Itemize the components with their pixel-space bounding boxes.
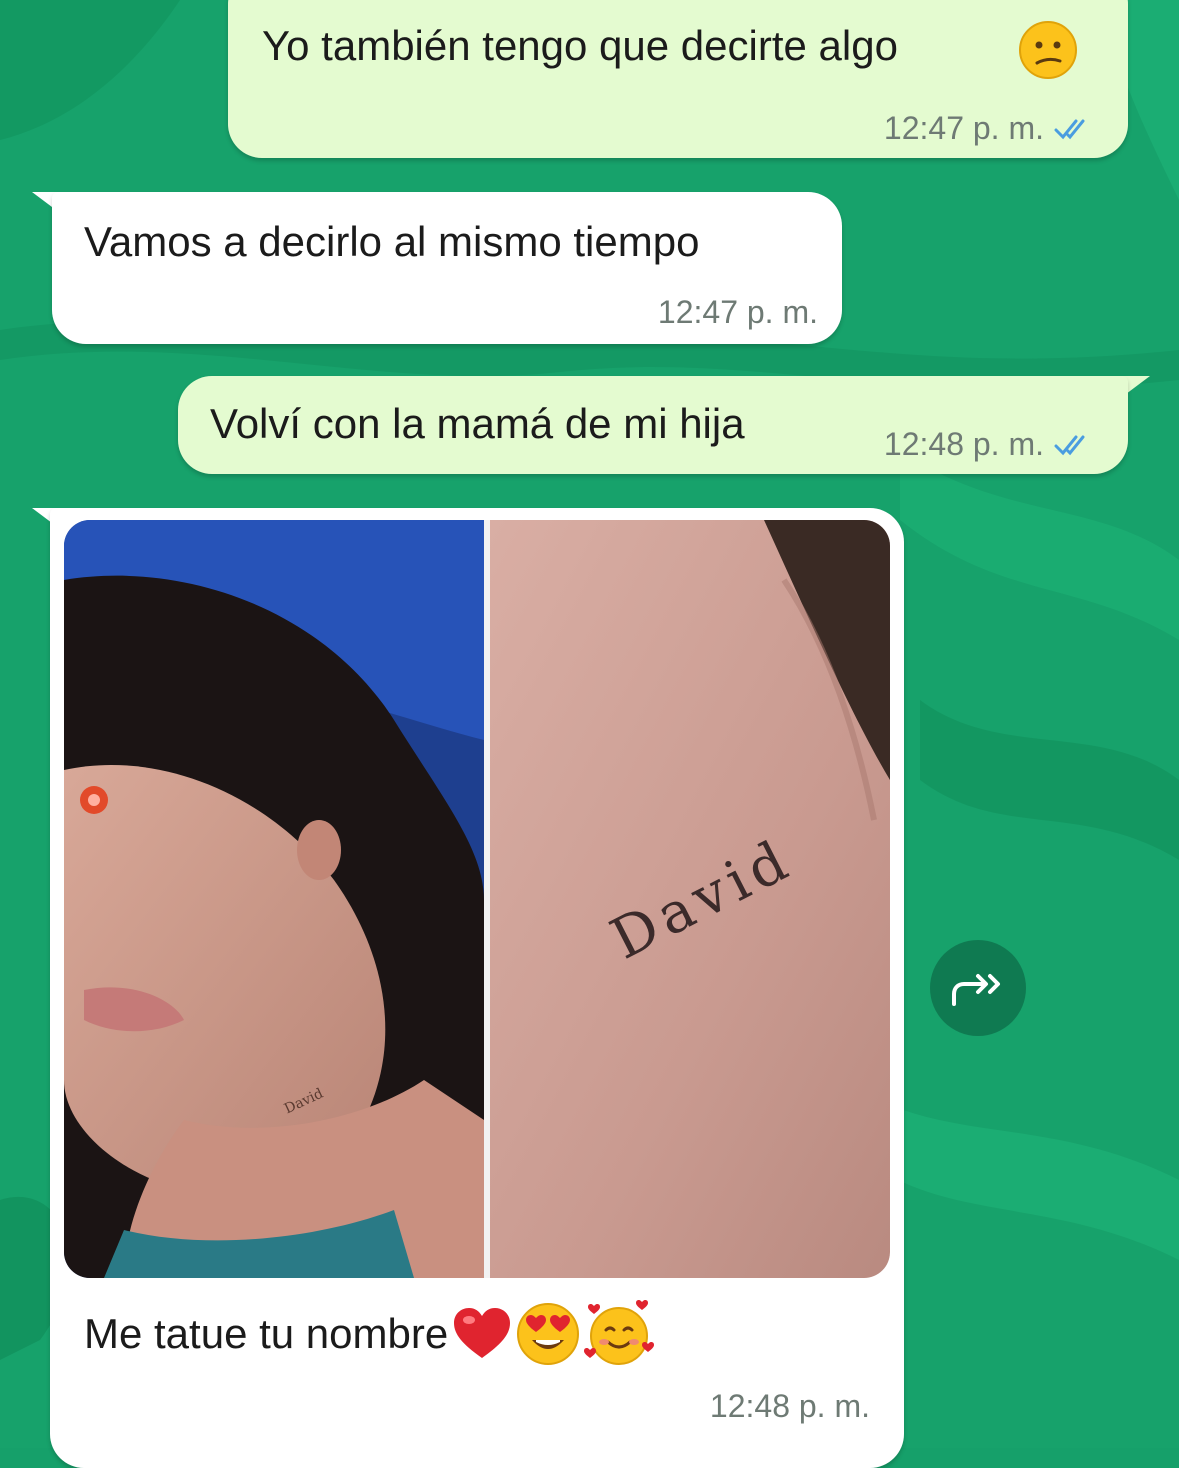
incoming-image-message[interactable]: David David Me tatue tu nombre 12:48 p. … bbox=[50, 508, 904, 1468]
forward-icon bbox=[952, 974, 1000, 1006]
smiling-face-with-hearts-icon bbox=[584, 1300, 655, 1365]
outgoing-message-1[interactable]: Yo también tengo que decirte algo 12:47 … bbox=[228, 0, 1128, 158]
message-meta: 12:48 p. m. bbox=[884, 426, 1098, 463]
message-time: 12:47 p. m. bbox=[883, 110, 1044, 146]
caption-text: Me tatue tu nombre bbox=[84, 1310, 449, 1357]
message-text: Volví con la mamá de mi hija bbox=[210, 400, 745, 447]
read-ticks-icon bbox=[1054, 119, 1085, 139]
message-time: 12:47 p. m. bbox=[657, 294, 818, 330]
message-meta: 12:47 p. m. bbox=[884, 110, 1098, 147]
message-time: 12:48 p. m. bbox=[709, 1388, 870, 1424]
image-caption: Me tatue tu nombre bbox=[84, 1300, 655, 1368]
message-meta: 12:48 p. m. bbox=[710, 1388, 870, 1425]
outgoing-message-2[interactable]: Volví con la mamá de mi hija 12:48 p. m. bbox=[178, 376, 1128, 474]
read-ticks-icon bbox=[1054, 435, 1085, 455]
message-meta: 12:47 p. m. bbox=[658, 294, 818, 331]
message-text: Yo también tengo que decirte algo bbox=[262, 22, 898, 69]
tattoo-photo[interactable]: David David bbox=[64, 520, 890, 1278]
message-text: Vamos a decirlo al mismo tiempo bbox=[84, 218, 700, 265]
message-time: 12:48 p. m. bbox=[883, 426, 1044, 462]
red-heart-icon bbox=[454, 1308, 511, 1358]
heart-eyes-face-icon bbox=[517, 1303, 580, 1365]
forward-button[interactable] bbox=[930, 940, 1026, 1036]
incoming-message-1[interactable]: Vamos a decirlo al mismo tiempo 12:47 p.… bbox=[52, 192, 842, 344]
confused-face-icon bbox=[1019, 21, 1077, 79]
